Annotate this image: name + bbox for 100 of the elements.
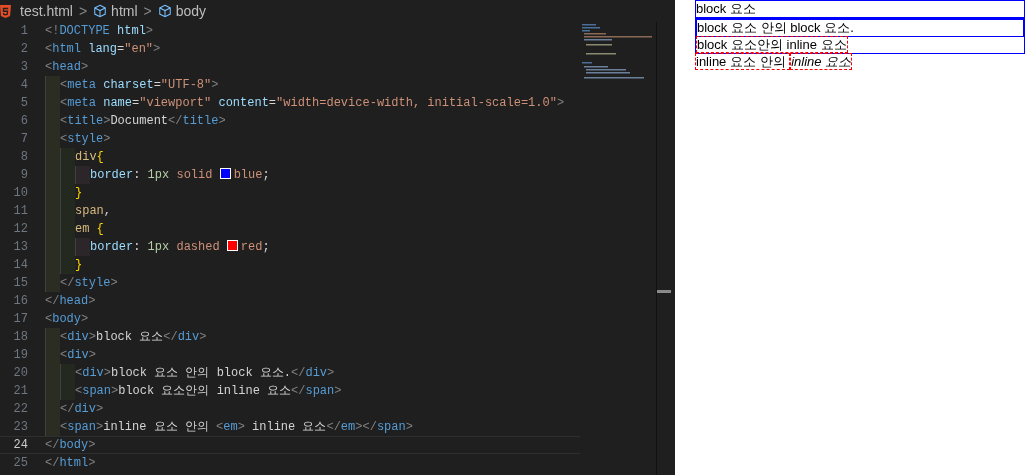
indent-guide xyxy=(60,382,75,400)
line-number: 6 xyxy=(19,113,29,130)
code-text: block 요소 xyxy=(96,330,164,344)
inline-element: block 요소안의 inline 요소 xyxy=(696,36,848,53)
tag-name: meta xyxy=(67,96,96,110)
code-punctuation: > xyxy=(218,114,226,128)
attribute-name: html xyxy=(116,24,146,38)
tag-name: style xyxy=(67,132,104,146)
code-punctuation: > xyxy=(405,420,413,434)
code-punctuation: > xyxy=(110,276,118,290)
code-text: block 요소안의 inline 요소 xyxy=(118,384,292,398)
block-element: block 요소 xyxy=(695,0,1025,18)
string-value: "viewport" xyxy=(139,96,212,110)
number-value: 1px xyxy=(146,240,170,254)
code-text: ; xyxy=(262,240,270,254)
tag-name: span xyxy=(67,420,96,434)
code-punctuation: < xyxy=(75,384,83,398)
line-number: 1 xyxy=(19,23,29,40)
code-punctuation: < xyxy=(60,330,68,344)
breadcrumb-item[interactable]: test.html xyxy=(20,3,73,19)
tag-name: body xyxy=(52,312,81,326)
attribute-name: border xyxy=(90,240,134,254)
attribute-name: border xyxy=(90,168,134,182)
code-punctuation: </ xyxy=(291,366,306,380)
line-number: 19 xyxy=(12,347,29,364)
code-punctuation: > xyxy=(111,384,119,398)
code-text: Document xyxy=(110,114,169,128)
line-number: 22 xyxy=(12,401,29,418)
tag-name: DOCTYPE xyxy=(59,24,110,38)
tag-name: title xyxy=(67,114,104,128)
code-text: : xyxy=(133,168,141,182)
tag-name: head xyxy=(59,294,89,308)
color-swatch[interactable] xyxy=(219,168,231,179)
brace: } xyxy=(75,258,83,272)
breadcrumb-item[interactable]: body xyxy=(175,3,207,19)
code-text: = xyxy=(268,96,277,110)
scrollbar-thumb[interactable] xyxy=(657,290,671,293)
code-punctuation: > xyxy=(81,60,89,74)
html-file-icon xyxy=(0,4,11,18)
attribute-name: name xyxy=(102,96,133,110)
line-number: 5 xyxy=(19,95,29,112)
css-value: red xyxy=(240,240,263,254)
block-element: block 요소 안의 block 요소. xyxy=(696,19,1024,37)
tag-name: html xyxy=(52,42,81,56)
string-value: "width=device-width, initial-scale=1.0" xyxy=(276,96,557,110)
string-value: "en" xyxy=(124,42,154,56)
line-number: 21 xyxy=(12,383,29,400)
code-punctuation: < xyxy=(60,78,68,92)
code-punctuation: > xyxy=(88,294,96,308)
attribute-name: content xyxy=(217,96,269,110)
code-punctuation: > xyxy=(153,42,161,56)
code-punctuation: > xyxy=(88,438,96,452)
tag-name: span xyxy=(305,384,335,398)
tag-name: div xyxy=(67,348,89,362)
line-number: 7 xyxy=(19,131,29,148)
indent-guide xyxy=(45,76,60,94)
code-punctuation: < xyxy=(45,60,53,74)
code-punctuation: > xyxy=(88,330,96,344)
breadcrumb-separator: > xyxy=(78,3,88,19)
code-punctuation: </ xyxy=(326,420,341,434)
code-punctuation: < xyxy=(60,420,68,434)
tag-name: div xyxy=(74,402,96,416)
code-punctuation: > xyxy=(103,366,111,380)
code-punctuation: > xyxy=(103,132,111,146)
inline-element: inline 요소 안의 xyxy=(695,53,791,70)
tag-name: span xyxy=(376,420,406,434)
line-number: 4 xyxy=(19,77,29,94)
code-punctuation: </ xyxy=(45,438,60,452)
code-punctuation: > xyxy=(145,24,154,38)
line-number: 13 xyxy=(12,239,29,256)
line-number: 18 xyxy=(12,329,29,346)
css-value: solid xyxy=(175,168,214,182)
breadcrumb-item[interactable]: html xyxy=(111,3,138,19)
line-number: 20 xyxy=(12,365,29,382)
code-punctuation: < xyxy=(60,348,68,362)
tag-name: em xyxy=(340,420,356,434)
code-punctuation: </ xyxy=(60,402,75,416)
tag-name: html xyxy=(59,456,89,470)
code-punctuation: < xyxy=(216,420,224,434)
indent-guide xyxy=(60,256,75,274)
brace: { xyxy=(95,222,104,236)
code-punctuation: > xyxy=(88,456,96,470)
code-punctuation: > xyxy=(103,114,111,128)
color-swatch[interactable] xyxy=(226,240,238,251)
number-value: 1px xyxy=(146,168,170,182)
code-editor[interactable] xyxy=(0,0,675,475)
code-punctuation: > xyxy=(81,312,89,326)
indent-guide xyxy=(45,418,60,436)
code-text: block 요소 안의 block 요소. xyxy=(111,366,292,380)
css-selector: em xyxy=(75,222,90,236)
tag-name: em xyxy=(223,420,238,434)
cube-icon xyxy=(157,4,172,18)
css-selector: span xyxy=(75,204,104,218)
indent-guide xyxy=(75,166,90,184)
line-number: 25 xyxy=(12,455,29,472)
code-text: = xyxy=(132,96,140,110)
tag-name: body xyxy=(59,438,89,452)
code-punctuation: < xyxy=(45,42,53,56)
code-punctuation: > xyxy=(327,366,335,380)
code-text: inline 요소 안의 xyxy=(103,420,210,434)
